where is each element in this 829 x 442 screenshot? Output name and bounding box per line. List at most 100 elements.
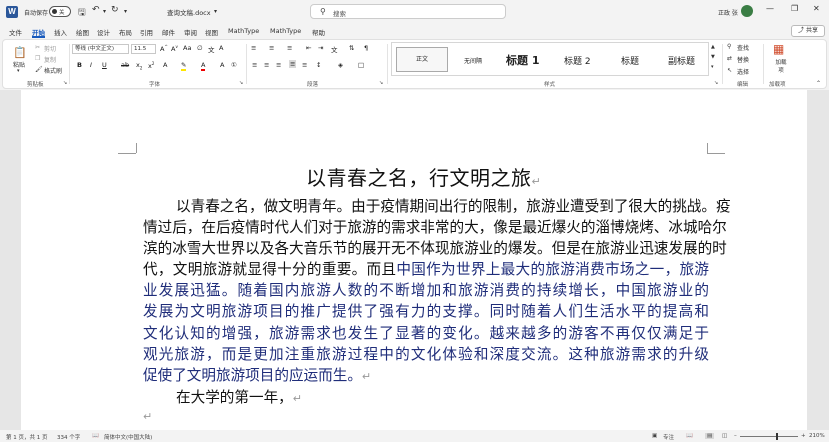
clipboard-icon[interactable]: 📋 <box>13 46 27 59</box>
style-no-spacing[interactable]: 无间隔 <box>464 56 482 65</box>
style-heading1[interactable]: 标题 1 <box>506 52 539 68</box>
replace-button[interactable]: 替换 <box>737 55 749 64</box>
format-painter-button[interactable]: 格式刷 <box>44 66 62 75</box>
search-box[interactable]: ⚲ 搜索 <box>310 4 506 19</box>
align-left-icon[interactable]: ≡ <box>252 61 257 69</box>
justify-icon[interactable]: ≡ <box>289 60 297 68</box>
document-page[interactable]: 以青春之名，行文明之旅↵ 以青春之名，做文明青年。由于疫情期间出行的限制，旅游业… <box>21 90 807 430</box>
change-case-icon[interactable]: Aa <box>183 44 191 52</box>
styles-more-icon[interactable]: ▾ <box>711 64 714 70</box>
proofing-icon[interactable]: 📖 <box>92 433 99 439</box>
enclose-char-icon[interactable]: ① <box>231 61 237 69</box>
tab-view[interactable]: 视图 <box>205 27 218 37</box>
styles-scroll-down-icon[interactable]: ▼ <box>711 54 715 60</box>
customize-icon[interactable]: ▾ <box>124 8 127 15</box>
shrink-font-icon[interactable]: Av <box>171 44 178 53</box>
phonetic-guide-icon[interactable]: 文 <box>208 44 215 54</box>
line-spacing-icon[interactable]: ↕ <box>316 61 321 69</box>
zoom-out-icon[interactable]: – <box>734 433 737 439</box>
close-icon[interactable]: ✕ <box>813 4 820 13</box>
cut-icon[interactable]: ✂ <box>35 44 40 51</box>
shading-icon[interactable]: ◈ <box>338 61 343 69</box>
document-name[interactable]: 查询文稿.docx <box>167 7 211 17</box>
select-icon[interactable]: ↖ <box>727 67 732 74</box>
chinese-layout-icon[interactable]: 文 <box>331 44 338 54</box>
avatar[interactable] <box>741 5 753 17</box>
style-heading2[interactable]: 标题 2 <box>564 54 591 67</box>
style-subtitle[interactable]: 副标题 <box>668 54 695 67</box>
addins-button[interactable]: 加载项 <box>773 58 789 74</box>
zoom-slider-thumb[interactable] <box>776 433 778 440</box>
subscript-icon[interactable]: x2 <box>136 61 142 70</box>
save-icon[interactable]: 🖫 <box>78 5 86 21</box>
document-paragraph[interactable]: 以青春之名，做文明青年。由于疫情期间出行的限制，旅游业遭受到了很大的挑战。疫 情… <box>143 196 731 386</box>
paragraph-launcher-icon[interactable]: ↘ <box>379 80 383 86</box>
tab-mathtype-1[interactable]: MathType <box>228 27 259 35</box>
copy-button[interactable]: 复制 <box>44 55 56 64</box>
paste-dropdown-icon[interactable]: ▾ <box>17 68 20 74</box>
copy-icon[interactable]: ❐ <box>35 55 40 62</box>
tab-layout[interactable]: 布局 <box>119 27 132 37</box>
increase-indent-icon[interactable]: ⇥ <box>318 44 323 52</box>
tab-mailings[interactable]: 邮件 <box>162 27 175 37</box>
select-button[interactable]: 选择 <box>737 67 749 76</box>
replace-icon[interactable]: ⇄ <box>727 55 732 62</box>
web-layout-icon[interactable]: ◫ <box>722 433 727 439</box>
styles-scroll-up-icon[interactable]: ▲ <box>711 44 715 50</box>
autosave-toggle[interactable]: 关 <box>49 6 71 17</box>
font-name-select[interactable]: 等线 (中文正文) <box>72 44 129 54</box>
borders-icon[interactable]: □ <box>358 61 364 69</box>
align-center-icon[interactable]: ≡ <box>264 61 269 69</box>
zoom-level[interactable]: 210% <box>809 433 825 439</box>
tab-help[interactable]: 帮助 <box>312 27 325 37</box>
font-launcher-icon[interactable]: ↘ <box>239 80 243 86</box>
superscript-icon[interactable]: x2 <box>148 61 154 70</box>
align-right-icon[interactable]: ≡ <box>276 61 281 69</box>
show-marks-icon[interactable]: ¶ <box>364 44 368 52</box>
find-icon[interactable]: ⚲ <box>727 43 731 50</box>
text-effects-icon[interactable]: A <box>163 61 167 69</box>
find-button[interactable]: 查找 <box>737 43 749 52</box>
char-shading-icon[interactable]: A <box>220 61 224 69</box>
document-area[interactable]: 以青春之名，行文明之旅↵ 以青春之名，做文明青年。由于疫情期间出行的限制，旅游业… <box>0 90 829 430</box>
document-paragraph-2[interactable]: 在大学的第一年，↵ <box>176 386 302 407</box>
document-title[interactable]: 以青春之名，行文明之旅↵ <box>306 162 541 191</box>
numbering-icon[interactable]: ≡ <box>269 44 274 52</box>
tab-insert[interactable]: 插入 <box>54 27 67 37</box>
style-normal[interactable]: 正文 <box>396 47 448 72</box>
bullets-icon[interactable]: ≡ <box>251 44 256 52</box>
language-status[interactable]: 简体中文(中国大陆) <box>104 433 152 441</box>
tab-review[interactable]: 审阅 <box>184 27 197 37</box>
italic-icon[interactable]: I <box>90 61 92 69</box>
font-size-select[interactable]: 11.5 <box>131 44 156 54</box>
user-name[interactable]: 正政 张 <box>718 8 738 17</box>
font-color-icon[interactable]: A <box>201 61 206 71</box>
share-button[interactable]: ⤴ 共享 <box>791 25 825 37</box>
tab-file[interactable]: 文件 <box>9 27 22 37</box>
format-painter-icon[interactable]: 🖌 <box>35 66 43 73</box>
minimize-icon[interactable]: — <box>766 4 774 13</box>
style-title[interactable]: 标题 <box>621 54 639 67</box>
tab-design[interactable]: 设计 <box>97 27 110 37</box>
page-count[interactable]: 第 1 页，共 1 页 <box>6 433 48 441</box>
read-mode-icon[interactable]: 📖 <box>686 433 693 439</box>
grow-font-icon[interactable]: A^ <box>160 44 168 53</box>
strikethrough-icon[interactable]: ab <box>121 61 129 69</box>
doc-name-dropdown-icon[interactable]: ▾ <box>214 8 217 15</box>
word-count[interactable]: 334 个字 <box>57 433 80 441</box>
highlight-icon[interactable]: ✎ <box>181 61 187 71</box>
zoom-slider[interactable] <box>740 436 798 437</box>
decrease-indent-icon[interactable]: ⇤ <box>306 44 311 52</box>
cut-button[interactable]: 剪切 <box>44 44 56 53</box>
styles-launcher-icon[interactable]: ↘ <box>714 80 718 86</box>
focus-icon[interactable]: ▣ <box>652 433 657 439</box>
undo-icon[interactable]: ↶ <box>92 5 100 15</box>
char-border-icon[interactable]: A <box>219 44 223 52</box>
underline-icon[interactable]: U <box>102 61 107 69</box>
multilevel-list-icon[interactable]: ≡ <box>287 44 292 52</box>
distributed-icon[interactable]: ≡ <box>302 61 307 69</box>
redo-icon[interactable]: ↻ <box>111 5 119 15</box>
restore-icon[interactable]: ❐ <box>791 4 798 13</box>
zoom-in-icon[interactable]: + <box>801 433 806 439</box>
undo-dropdown-icon[interactable]: ▾ <box>103 8 106 15</box>
